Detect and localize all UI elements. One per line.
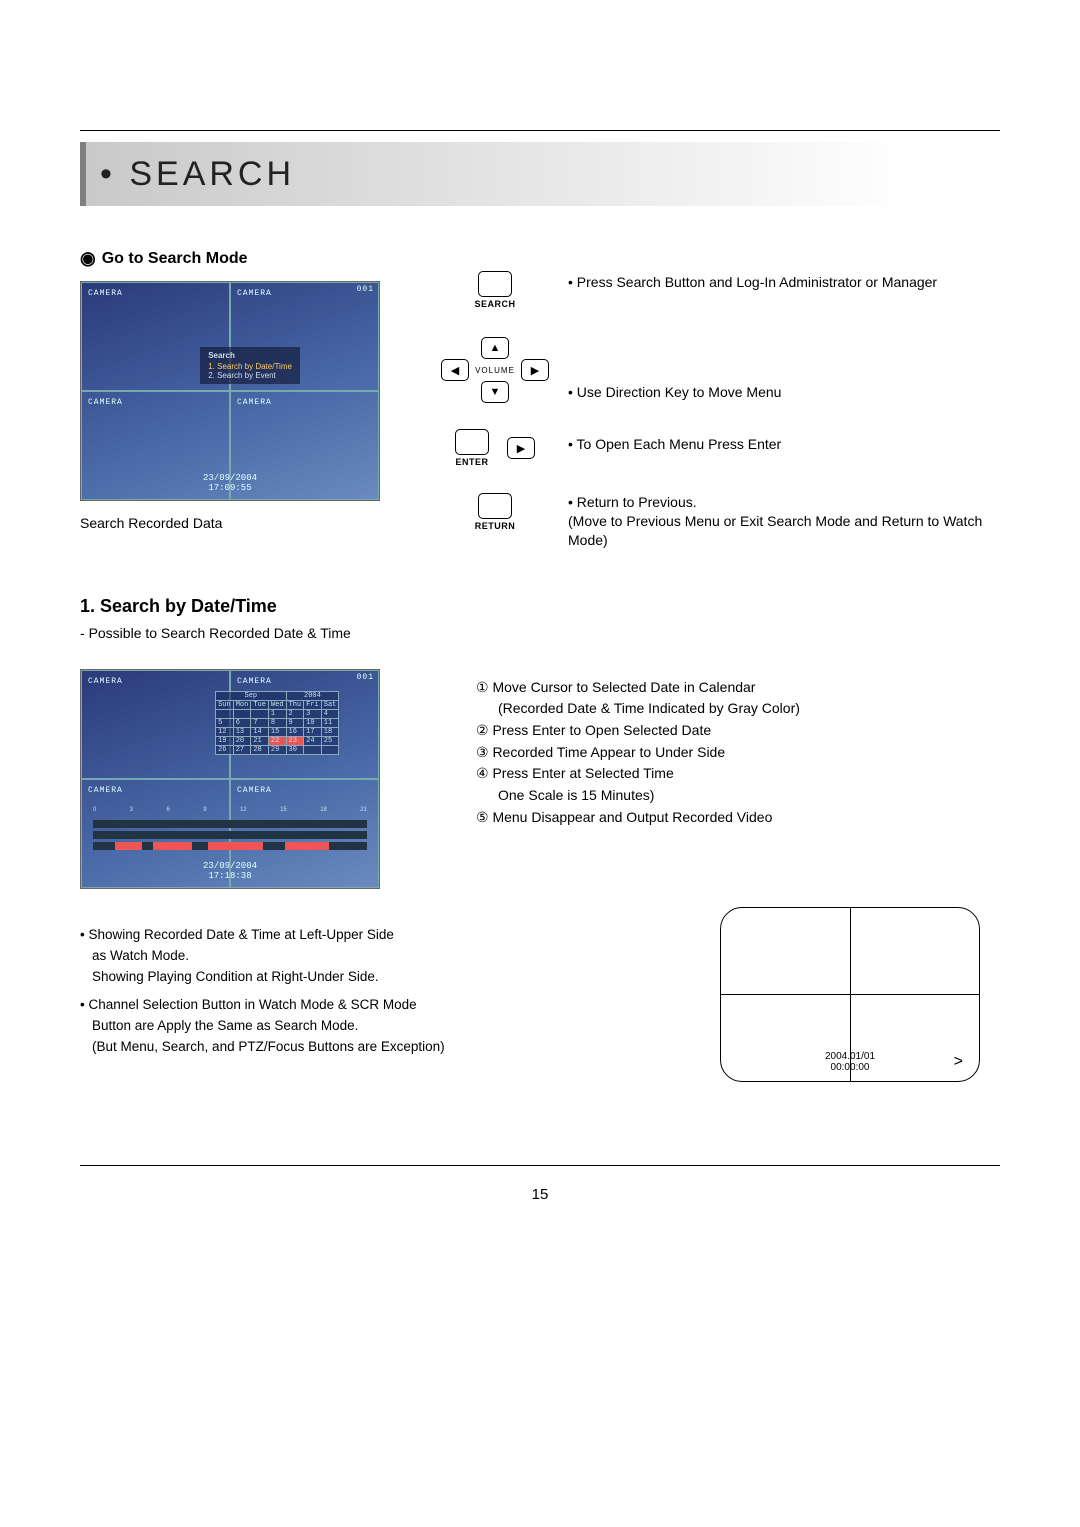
return-button-icon <box>478 493 512 519</box>
note-2b: Button are Apply the Same as Search Mode… <box>92 1016 700 1037</box>
volume-label: VOLUME <box>475 366 515 375</box>
step-2: ② Press Enter to Open Selected Date <box>476 720 1000 742</box>
page-title-bar: • SEARCH <box>80 142 1000 206</box>
screenshot-calendar: CAMERA CAMERA001 CAMERA CAMERA Sep2004 S… <box>80 669 380 889</box>
direction-pad: ▲ ◀ VOLUME ▶ ▼ <box>441 337 549 403</box>
enter-instruction: To Open Each Menu Press Enter <box>568 435 781 454</box>
note-1c: Showing Playing Condition at Right-Under… <box>92 967 700 988</box>
note-1a: • Showing Recorded Date & Time at Left-U… <box>80 925 700 946</box>
return-button-label: RETURN <box>440 521 550 531</box>
note-2c: (But Menu, Search, and PTZ/Focus Buttons… <box>92 1037 700 1058</box>
step-1a: ① Move Cursor to Selected Date in Calend… <box>476 677 1000 699</box>
step-5: ⑤ Menu Disappear and Output Recorded Vid… <box>476 807 1000 829</box>
return-instruction-2: (Move to Previous Menu or Exit Search Mo… <box>568 512 1000 550</box>
caption-search-recorded: Search Recorded Data <box>80 515 420 531</box>
note-1b: as Watch Mode. <box>92 946 700 967</box>
bullet-icon: ◉ <box>80 248 96 269</box>
note-2a: • Channel Selection Button in Watch Mode… <box>80 995 700 1016</box>
tv-date: 2004.01/01 <box>825 1051 875 1062</box>
tv-diagram: 2004.01/01 00:00:00 > <box>720 907 980 1082</box>
step-1b: (Recorded Date & Time Indicated by Gray … <box>498 698 1000 720</box>
subheading-label: Go to Search Mode <box>102 250 248 268</box>
tv-time: 00:00:00 <box>831 1062 870 1073</box>
down-arrow-icon: ▼ <box>481 381 509 403</box>
section-sub: Possible to Search Recorded Date & Time <box>80 625 1000 641</box>
screenshot-search-menu: CAMERA CAMERA001 CAMERA CAMERA Search 1.… <box>80 281 380 501</box>
search-popup: Search 1. Search by Date/Time 2. Search … <box>200 347 300 384</box>
page-number: 15 <box>0 1186 1080 1203</box>
step-4a: ④ Press Enter at Selected Time <box>476 763 1000 785</box>
section-heading-search-by-date: 1. Search by Date/Time <box>80 596 1000 617</box>
return-instruction-1: Return to Previous. <box>568 493 1000 512</box>
search-button-icon <box>478 271 512 297</box>
left-arrow-icon: ◀ <box>441 359 469 381</box>
page-title: • SEARCH <box>100 155 295 194</box>
step-3: ③ Recorded Time Appear to Under Side <box>476 742 1000 764</box>
enter-button-icon <box>455 429 489 455</box>
up-arrow-icon: ▲ <box>481 337 509 359</box>
right-arrow-icon: ▶ <box>521 359 549 381</box>
search-button-label: SEARCH <box>440 299 550 309</box>
direction-instruction: Use Direction Key to Move Menu <box>568 383 781 402</box>
subheading-go-to-search: ◉ Go to Search Mode <box>80 248 1000 269</box>
play-icon: > <box>954 1053 963 1071</box>
search-instruction: Press Search Button and Log-In Administr… <box>568 273 937 292</box>
enter-button-label: ENTER <box>455 457 489 467</box>
right-arrow-icon: ▶ <box>507 437 535 459</box>
step-4b: One Scale is 15 Minutes) <box>498 785 1000 807</box>
